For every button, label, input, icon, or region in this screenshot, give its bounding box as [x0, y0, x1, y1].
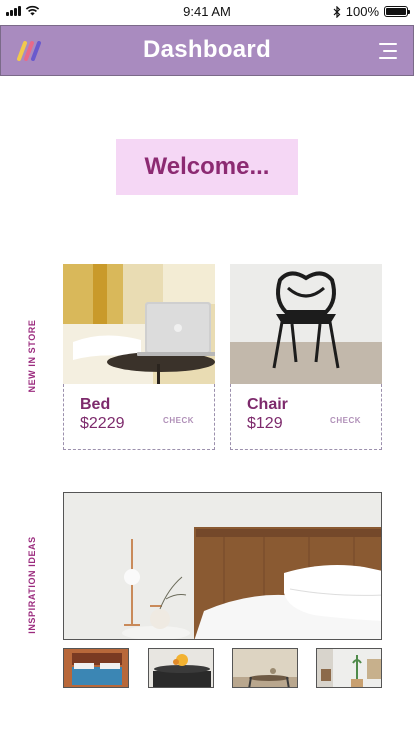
header-bar: Dashboard	[0, 25, 414, 76]
check-button[interactable]: CHECK	[163, 416, 194, 425]
product-image-chair	[230, 264, 382, 384]
inspiration-thumbnail-4[interactable]	[316, 648, 382, 688]
check-button[interactable]: CHECK	[330, 416, 361, 425]
section-label-inspiration: INSPIRATION IDEAS	[27, 536, 37, 634]
product-card-chair[interactable]: Chair $129 CHECK	[230, 264, 382, 450]
welcome-banner: Welcome...	[116, 139, 298, 195]
product-name: Chair	[247, 396, 288, 413]
page-title: Dashboard	[142, 36, 272, 63]
status-right: 100%	[333, 4, 410, 19]
product-info-chair: Chair $129 CHECK	[230, 384, 382, 450]
inspiration-thumbnail-2[interactable]	[148, 648, 214, 688]
product-card-bed[interactable]: Bed $2229 CHECK	[63, 264, 215, 450]
status-bar: 9:41 AM 100%	[0, 0, 414, 24]
product-price: $129	[247, 415, 283, 432]
hamburger-menu-icon[interactable]	[379, 43, 397, 59]
product-image-bed	[63, 264, 215, 384]
bluetooth-icon	[333, 5, 341, 18]
product-name: Bed	[80, 396, 111, 413]
inspiration-thumbnail-3[interactable]	[232, 648, 298, 688]
battery-icon	[384, 6, 410, 17]
product-price: $2229	[80, 415, 125, 432]
section-label-new-in-store: NEW IN STORE	[27, 319, 37, 393]
battery-percent: 100%	[345, 4, 379, 19]
inspiration-hero-image[interactable]	[63, 492, 382, 640]
inspiration-thumbnail-1[interactable]	[63, 648, 129, 688]
product-info-bed: Bed $2229 CHECK	[63, 384, 215, 450]
